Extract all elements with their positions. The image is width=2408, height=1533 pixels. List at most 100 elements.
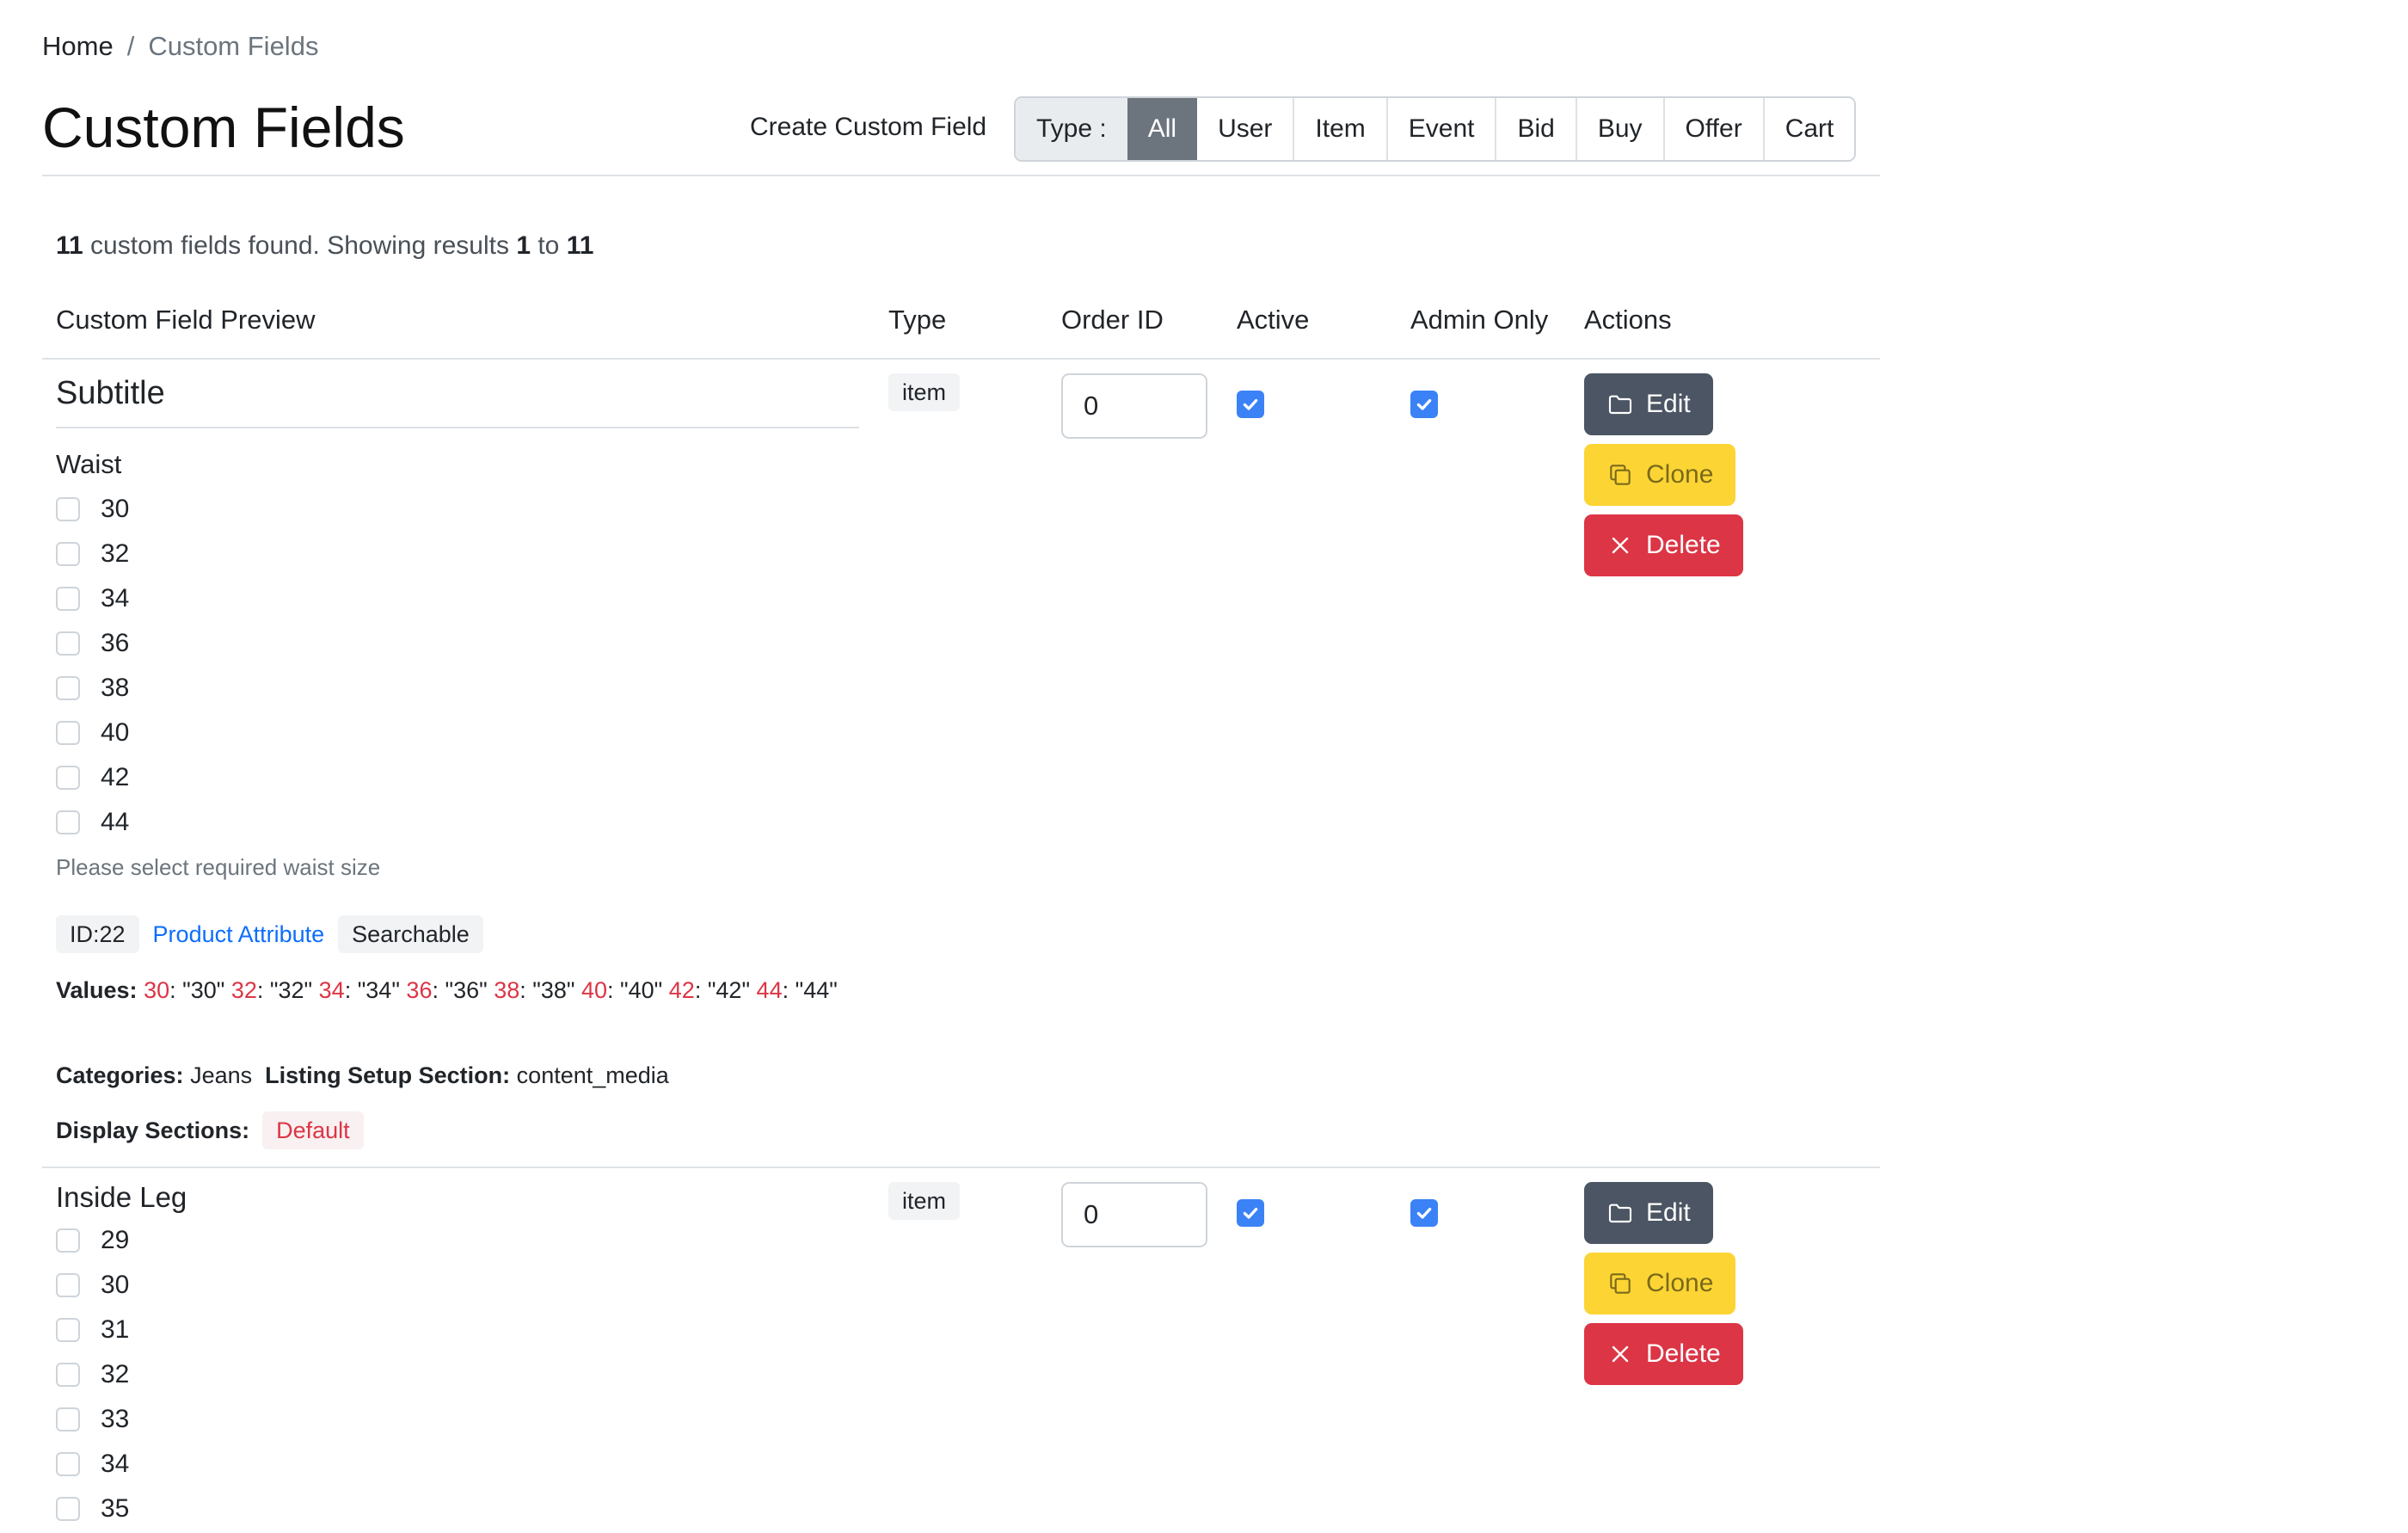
option-checkbox[interactable]: 30 xyxy=(56,487,129,532)
listing-setup-label: Listing Setup Section: xyxy=(265,1062,511,1088)
option-label: 42 xyxy=(101,763,130,791)
admin-only-checkbox[interactable] xyxy=(1410,1199,1438,1227)
option-checkbox[interactable]: 29 xyxy=(56,1218,129,1263)
clone-button-label: Clone xyxy=(1646,1269,1714,1297)
column-header-active: Active xyxy=(1237,305,1310,335)
checkbox-box[interactable] xyxy=(56,1407,80,1431)
id-badge: ID:22 xyxy=(56,915,139,953)
breadcrumb: Home / Custom Fields xyxy=(42,29,318,64)
type-filter-user[interactable]: User xyxy=(1197,98,1293,160)
checkbox-box[interactable] xyxy=(56,721,80,745)
delete-button[interactable]: Delete xyxy=(1584,514,1743,576)
edit-button[interactable]: Edit xyxy=(1584,373,1713,435)
option-checkbox[interactable]: 40 xyxy=(56,711,129,755)
searchable-badge: Searchable xyxy=(338,915,483,953)
option-label: 30 xyxy=(101,1271,130,1299)
value-key: 32 xyxy=(230,977,257,1003)
option-checkbox[interactable]: 31 xyxy=(56,1308,129,1352)
type-filter-all[interactable]: All xyxy=(1127,98,1198,160)
checkbox-box[interactable] xyxy=(56,587,80,611)
checkbox-box[interactable] xyxy=(56,810,80,834)
values-label: Values: xyxy=(56,977,138,1003)
checkbox-box[interactable] xyxy=(56,676,80,700)
value-text: "38" xyxy=(532,977,575,1003)
table-header: Custom Field Preview Type Order ID Activ… xyxy=(42,303,1880,360)
checkbox-box[interactable] xyxy=(56,1452,80,1476)
type-filter-buy[interactable]: Buy xyxy=(1575,98,1663,160)
option-checkbox[interactable]: 38 xyxy=(56,666,129,711)
clone-button[interactable]: Clone xyxy=(1584,444,1736,506)
check-icon xyxy=(1416,1207,1432,1219)
edit-button[interactable]: Edit xyxy=(1584,1182,1713,1244)
copy-icon xyxy=(1610,1273,1631,1294)
option-checkbox[interactable]: 36 xyxy=(56,621,129,666)
header-divider xyxy=(42,175,1880,176)
value-key: 36 xyxy=(406,977,433,1003)
checkbox-box[interactable] xyxy=(56,1363,80,1387)
results-to: 11 xyxy=(566,231,594,260)
create-custom-field-link[interactable]: Create Custom Field xyxy=(750,110,986,145)
field-subtitle: Subtitle xyxy=(56,372,859,428)
option-label: 29 xyxy=(101,1226,130,1254)
option-checkbox[interactable]: 30 xyxy=(56,1263,129,1308)
value-key: 42 xyxy=(668,977,695,1003)
type-badge: item xyxy=(888,373,961,411)
listing-setup-value: content_media xyxy=(516,1062,669,1088)
option-checkbox[interactable]: 42 xyxy=(56,755,129,800)
order-id-input[interactable] xyxy=(1061,373,1207,439)
option-label: 31 xyxy=(101,1315,130,1344)
type-filter-offer[interactable]: Offer xyxy=(1662,98,1763,160)
type-filter-label: Type : xyxy=(1016,98,1127,160)
display-section-badge: Default xyxy=(262,1111,364,1149)
checkbox-box[interactable] xyxy=(56,497,80,521)
column-header-admin-only: Admin Only xyxy=(1410,305,1549,335)
checkbox-box[interactable] xyxy=(56,1318,80,1342)
column-header-type: Type xyxy=(888,305,947,335)
option-checkbox[interactable]: 32 xyxy=(56,532,129,576)
checkbox-box[interactable] xyxy=(56,542,80,566)
active-checkbox[interactable] xyxy=(1237,391,1264,418)
option-checkbox[interactable]: 34 xyxy=(56,576,129,621)
value-key: 38 xyxy=(494,977,520,1003)
field-categories: Categories: Jeans Listing Setup Section:… xyxy=(56,1058,669,1093)
type-filter-event[interactable]: Event xyxy=(1385,98,1496,160)
type-filter-cart[interactable]: Cart xyxy=(1762,98,1855,160)
checkbox-box[interactable] xyxy=(56,766,80,790)
breadcrumb-home-link[interactable]: Home xyxy=(42,29,114,64)
delete-button[interactable]: Delete xyxy=(1584,1323,1743,1385)
type-filter-bid[interactable]: Bid xyxy=(1495,98,1576,160)
option-checkbox[interactable]: 34 xyxy=(56,1442,129,1487)
categories-value: Jeans xyxy=(190,1062,253,1088)
option-label: 32 xyxy=(101,1360,130,1388)
edit-button-label: Edit xyxy=(1646,390,1691,418)
value-text: "36" xyxy=(445,977,488,1003)
value-text: "40" xyxy=(620,977,663,1003)
order-id-input[interactable] xyxy=(1061,1182,1207,1247)
option-checkbox[interactable]: 32 xyxy=(56,1352,129,1397)
value-key: 40 xyxy=(580,977,608,1003)
type-filter-item[interactable]: Item xyxy=(1293,98,1386,160)
x-icon xyxy=(1612,537,1629,554)
option-checkbox[interactable]: 44 xyxy=(56,800,129,845)
checkbox-box[interactable] xyxy=(56,1273,80,1297)
product-attribute-link[interactable]: Product Attribute xyxy=(153,921,325,947)
active-checkbox[interactable] xyxy=(1237,1199,1264,1227)
checkbox-box[interactable] xyxy=(56,1497,80,1521)
value-key: 44 xyxy=(756,977,783,1003)
option-label: 38 xyxy=(101,674,130,702)
value-text: "30" xyxy=(182,977,225,1003)
edit-button-label: Edit xyxy=(1646,1198,1691,1227)
checkbox-box[interactable] xyxy=(56,631,80,656)
clone-button-label: Clone xyxy=(1646,460,1714,489)
page-title: Custom Fields xyxy=(42,95,405,159)
field-label: Waist xyxy=(56,449,122,479)
breadcrumb-separator: / xyxy=(126,31,135,61)
checkbox-box[interactable] xyxy=(56,1228,80,1253)
value-text: "34" xyxy=(357,977,400,1003)
admin-only-checkbox[interactable] xyxy=(1410,391,1438,418)
value-key: 34 xyxy=(318,977,345,1003)
clone-button[interactable]: Clone xyxy=(1584,1253,1736,1314)
option-checkbox[interactable]: 33 xyxy=(56,1397,129,1442)
results-summary: 11 custom fields found. Showing results … xyxy=(56,229,593,263)
option-checkbox[interactable]: 35 xyxy=(56,1487,129,1531)
